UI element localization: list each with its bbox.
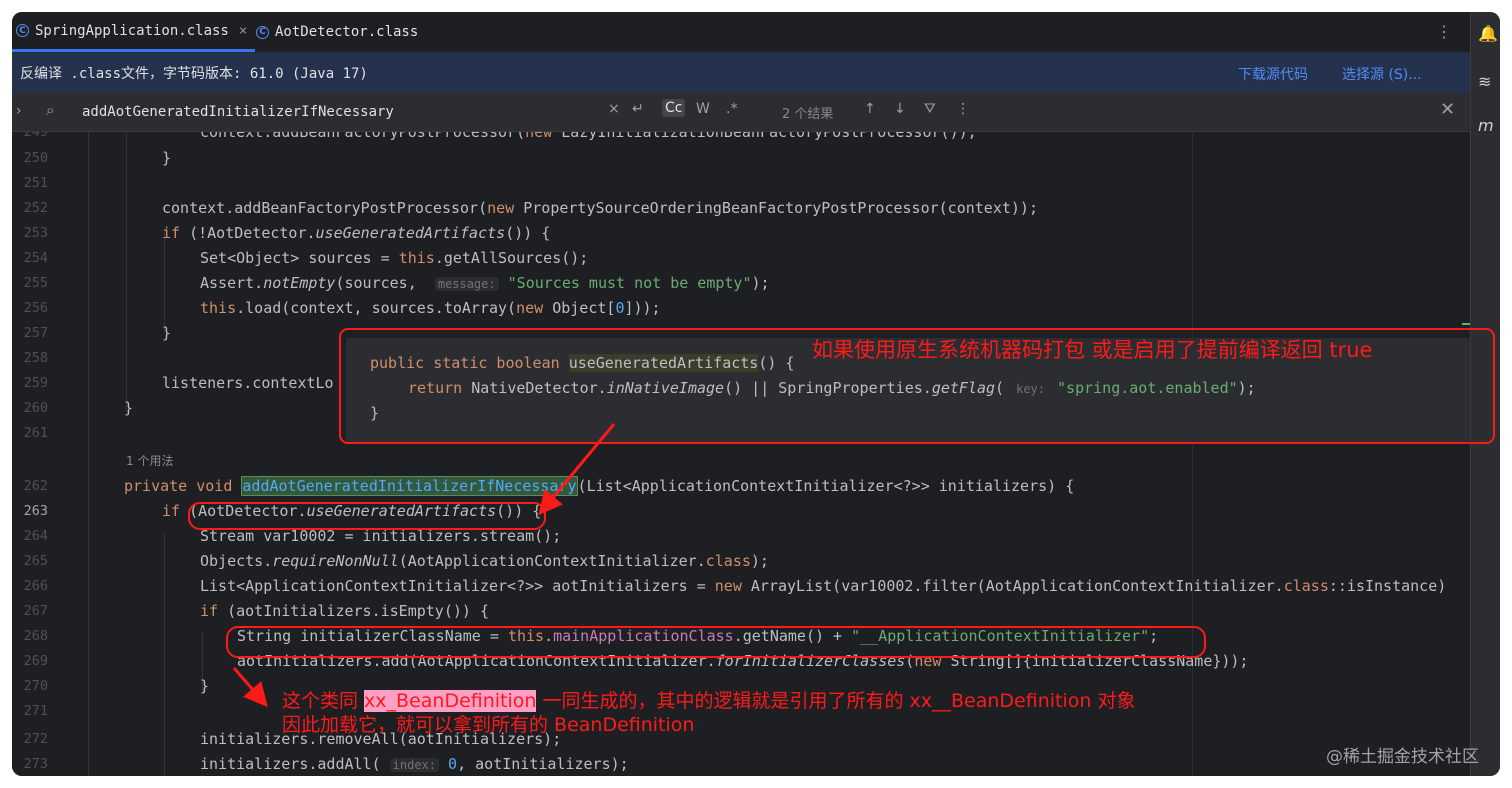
annotation-bottom-note: 这个类同 xx_BeanDefinition 一同生成的，其中的逻辑就是引用了所… [282, 686, 1135, 713]
annotation-bottom-prefix: 这个类同 [282, 690, 365, 712]
annotation-arrows [232, 423, 616, 708]
ide-window: C SpringApplication.class × C AotDetecto… [12, 12, 1500, 776]
watermark: @稀土掘金技术社区 [1326, 747, 1479, 767]
annotation-bottom-line2: 因此加载它，就可以拿到所有的 BeanDefinition [282, 714, 695, 736]
arrow-line-to-note [232, 667, 268, 708]
annotation-bottom-highlight: xx_BeanDefinition [364, 690, 537, 712]
arrow-popup-to-call [538, 423, 616, 516]
annotation-bottom-suffix: 一同生成的，其中的逻辑就是引用了所有的 xx__BeanDefinition 对… [536, 690, 1136, 712]
